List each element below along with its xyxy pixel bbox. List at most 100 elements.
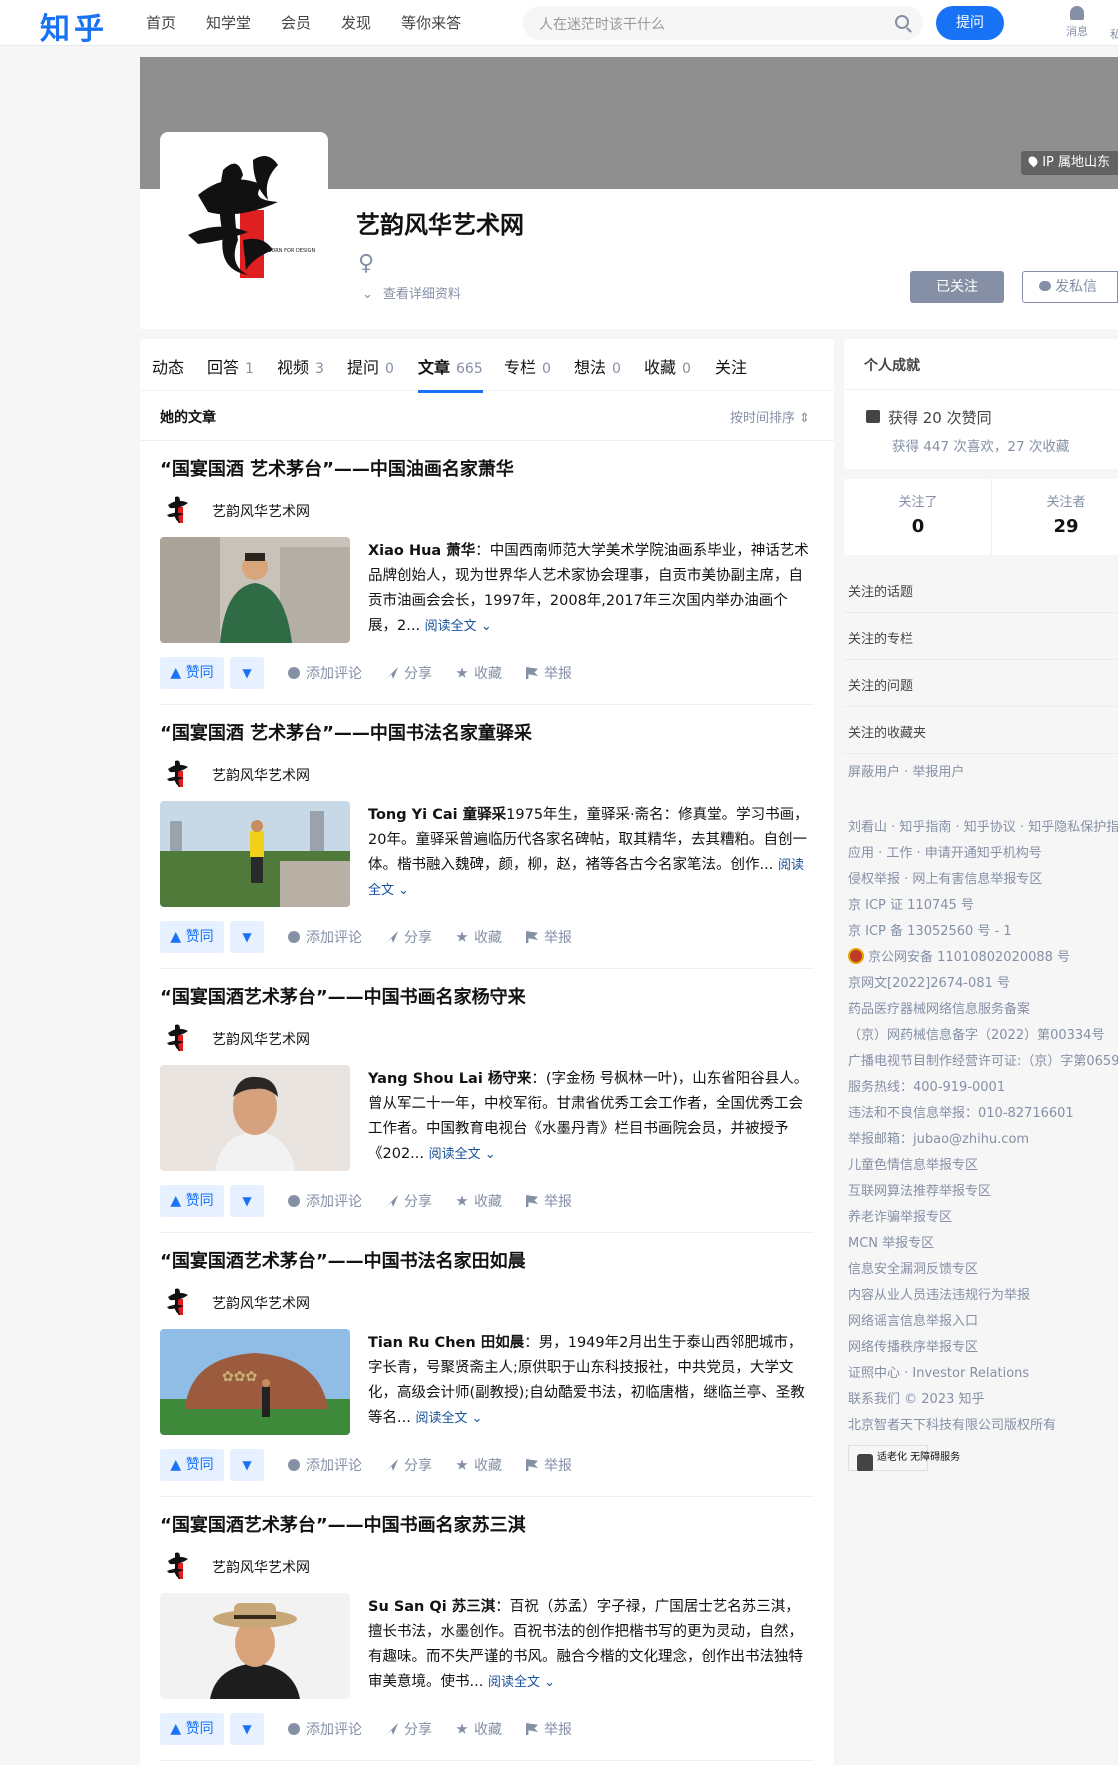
share-button[interactable]: 分享 (386, 1455, 432, 1475)
downvote-button[interactable]: ▼ (230, 657, 264, 689)
police-record-link[interactable]: 京公网安备 11010802020088 号 (848, 945, 1118, 971)
footer-link[interactable]: 药品医疗器械网络信息服务备案 (848, 997, 1118, 1023)
comment-button[interactable]: 添加评论 (288, 927, 362, 947)
share-button[interactable]: 分享 (386, 663, 432, 683)
read-more-link[interactable]: 阅读全文 ⌄ (425, 619, 492, 634)
footer-link[interactable]: 证照中心 · Investor Relations (848, 1361, 1118, 1387)
read-more-link[interactable]: 阅读全文 ⌄ (429, 1147, 496, 1162)
tab-answers[interactable]: 回答 1 (207, 354, 254, 378)
report-button[interactable]: 举报 (526, 1191, 572, 1211)
footer-link[interactable]: 网络传播秩序举报专区 (848, 1335, 1118, 1361)
article-title[interactable]: “国宴国酒艺术茅台”——中国书法名家田如晨 (160, 1247, 526, 1273)
tab-questions[interactable]: 提问 0 (347, 354, 394, 378)
footer-link[interactable]: 网络谣言信息举报入口 (848, 1309, 1118, 1335)
article-thumbnail[interactable]: ✿✿✿ (160, 1329, 350, 1435)
footer-link[interactable]: 京 ICP 备 13052560 号 - 1 (848, 919, 1118, 945)
send-message-button[interactable]: 发私信 (1022, 271, 1118, 303)
nav-waiting-answers[interactable]: 等你来答 (401, 12, 461, 33)
article-excerpt[interactable]: Yang Shou Lai 杨守来：(字金杨 号枫林一叶)，山东省阳谷县人。曾从… (368, 1067, 814, 1167)
article-excerpt[interactable]: Tian Ru Chen 田如晨：男，1949年2月出生于泰山西邻肥城市，字长青… (368, 1331, 814, 1431)
followed-topics-link[interactable]: 关注的话题 (844, 566, 1118, 613)
followed-button[interactable]: 已关注 (910, 271, 1004, 303)
footer-link[interactable]: 广播电视节目制作经营许可证:（京）字第06591号 (848, 1049, 1118, 1075)
share-button[interactable]: 分享 (386, 927, 432, 947)
article-thumbnail[interactable] (160, 801, 350, 907)
downvote-button[interactable]: ▼ (230, 1713, 264, 1745)
upvote-button[interactable]: ▲ 赞同 (160, 1185, 224, 1217)
followed-questions-link[interactable]: 关注的问题 (844, 660, 1118, 707)
footer-link[interactable]: 服务热线：400-919-0001 (848, 1075, 1118, 1101)
footer-link[interactable]: 京 ICP 证 110745 号 (848, 893, 1118, 919)
comment-button[interactable]: 添加评论 (288, 1191, 362, 1211)
author-avatar[interactable] (164, 493, 194, 527)
followed-columns-link[interactable]: 关注的专栏 (844, 613, 1118, 660)
search-input[interactable]: 人在迷茫时该干什么 (523, 6, 923, 40)
comment-button[interactable]: 添加评论 (288, 1455, 362, 1475)
author-avatar[interactable] (164, 1285, 194, 1319)
footer-link[interactable]: 信息安全漏洞反馈专区 (848, 1257, 1118, 1283)
favorite-button[interactable]: 收藏 (456, 927, 502, 947)
article-title[interactable]: “国宴国酒 艺术茅台”——中国书法名家童驿采 (160, 719, 532, 745)
upvote-button[interactable]: ▲ 赞同 (160, 1449, 224, 1481)
nav-discover[interactable]: 发现 (341, 12, 371, 33)
article-title[interactable]: “国宴国酒艺术茅台”——中国书画名家苏三淇 (160, 1511, 526, 1537)
author-avatar[interactable] (164, 1021, 194, 1055)
messages-button[interactable]: 消息 (1062, 6, 1092, 39)
share-button[interactable]: 分享 (386, 1719, 432, 1739)
tab-articles[interactable]: 文章 665 (418, 354, 483, 393)
footer-link[interactable]: 北京智者天下科技有限公司版权所有 (848, 1413, 1118, 1439)
comment-button[interactable]: 添加评论 (288, 1719, 362, 1739)
downvote-button[interactable]: ▼ (230, 1185, 264, 1217)
author-name[interactable]: 艺韵风华艺术网 (212, 1557, 310, 1577)
downvote-button[interactable]: ▼ (230, 921, 264, 953)
article-title[interactable]: “国宴国酒 艺术茅台”——中国油画名家萧华 (160, 455, 514, 481)
tab-activity[interactable]: 动态 (152, 354, 184, 378)
search-icon[interactable] (895, 15, 909, 29)
view-details-link[interactable]: ⌄ 查看详细资料 (362, 283, 461, 302)
favorite-button[interactable]: 收藏 (456, 1191, 502, 1211)
following-stat[interactable]: 关注了 0 (844, 491, 992, 537)
footer-link[interactable]: 违法和不良信息举报：010-82716601 (848, 1101, 1118, 1127)
upvote-button[interactable]: ▲ 赞同 (160, 921, 224, 953)
footer-link[interactable]: 内容从业人员违法违规行为举报 (848, 1283, 1118, 1309)
tab-columns[interactable]: 专栏 0 (504, 354, 551, 378)
footer-link[interactable]: 侵权举报 · 网上有害信息举报专区 (848, 867, 1118, 893)
author-name[interactable]: 艺韵风华艺术网 (212, 1293, 310, 1313)
footer-link[interactable]: 刘看山 · 知乎指南 · 知乎协议 · 知乎隐私保护指引 (848, 815, 1118, 841)
article-thumbnail[interactable] (160, 1593, 350, 1699)
article-excerpt[interactable]: Xiao Hua 萧华：中国西南师范大学美术学院油画系毕业，神话艺术品牌创始人，… (368, 539, 814, 639)
footer-link[interactable]: MCN 举报专区 (848, 1231, 1118, 1257)
share-button[interactable]: 分享 (386, 1191, 432, 1211)
read-more-link[interactable]: 阅读全文 ⌄ (415, 1411, 482, 1426)
followed-collections-link[interactable]: 关注的收藏夹 (844, 707, 1118, 754)
footer-link[interactable]: 联系我们 © 2023 知乎 (848, 1387, 1118, 1413)
read-more-link[interactable]: 阅读全文 ⌄ (488, 1675, 555, 1690)
tab-collections[interactable]: 收藏 0 (644, 354, 691, 378)
private-message-nav[interactable]: 私 (1110, 26, 1118, 42)
nav-home[interactable]: 首页 (146, 12, 176, 33)
block-report-user-link[interactable]: 屏蔽用户 · 举报用户 (848, 760, 1118, 786)
author-name[interactable]: 艺韵风华艺术网 (212, 765, 310, 785)
article-excerpt[interactable]: Tong Yi Cai 童驿采1975年生，童驿采·斋名：修真堂。学习书画，20… (368, 803, 814, 903)
elder-friendly-badge[interactable]: 适老化 无障碍服务 (848, 1445, 960, 1471)
favorite-button[interactable]: 收藏 (456, 1719, 502, 1739)
tab-following[interactable]: 关注 (715, 354, 747, 378)
article-thumbnail[interactable] (160, 1065, 350, 1171)
footer-link[interactable]: 应用 · 工作 · 申请开通知乎机构号 (848, 841, 1118, 867)
zhihu-logo[interactable]: 知乎 (40, 4, 108, 48)
footer-link[interactable]: 举报邮箱：jubao@zhihu.com (848, 1127, 1118, 1153)
ask-question-button[interactable]: 提问 (936, 6, 1004, 40)
nav-zhixuetang[interactable]: 知学堂 (206, 12, 251, 33)
followers-stat[interactable]: 关注者 29 (992, 491, 1118, 537)
article-title[interactable]: “国宴国酒艺术茅台”——中国书画名家杨守来 (160, 983, 526, 1009)
footer-link[interactable]: 互联网算法推荐举报专区 (848, 1179, 1118, 1205)
footer-link[interactable]: 京网文[2022]2674-081 号 (848, 971, 1118, 997)
report-button[interactable]: 举报 (526, 1455, 572, 1475)
tab-videos[interactable]: 视频 3 (277, 354, 324, 378)
author-avatar[interactable] (164, 1549, 194, 1583)
upvote-button[interactable]: ▲ 赞同 (160, 657, 224, 689)
favorite-button[interactable]: 收藏 (456, 1455, 502, 1475)
article-excerpt[interactable]: Su San Qi 苏三淇：百祝（苏孟）字子禄，广国居士艺名苏三淇，擅长书法，水… (368, 1595, 814, 1695)
report-button[interactable]: 举报 (526, 927, 572, 947)
footer-link[interactable]: （京）网药械信息备字（2022）第00334号 (848, 1023, 1118, 1049)
